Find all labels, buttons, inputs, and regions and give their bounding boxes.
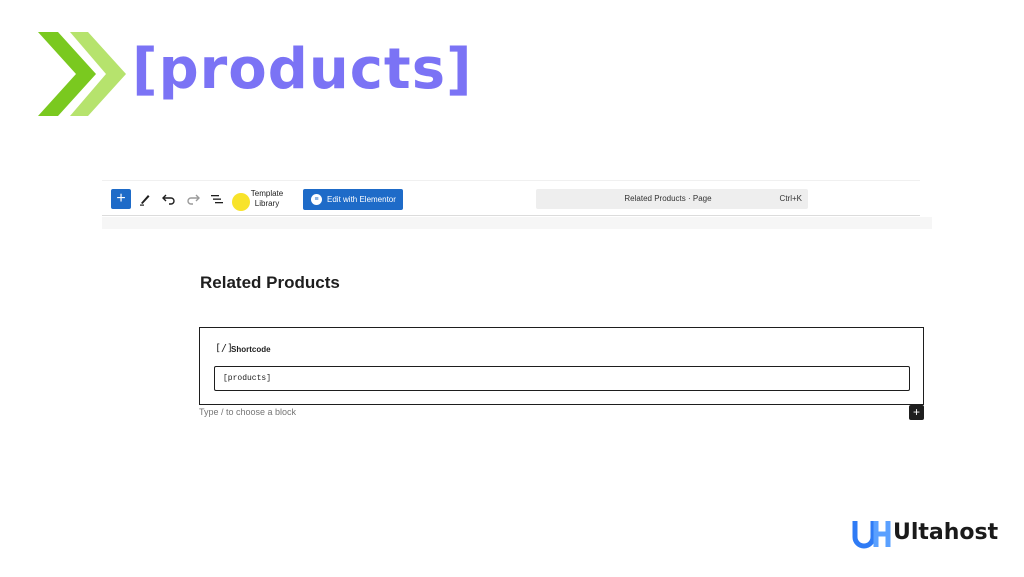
inline-add-block-button[interactable]: + xyxy=(909,405,924,420)
banner-title: [products] xyxy=(132,37,473,102)
editor-toolbar: + Template Library ≡ Edit with Elementor… xyxy=(102,180,920,216)
edit-with-elementor-button[interactable]: ≡ Edit with Elementor xyxy=(303,189,403,210)
page-title[interactable]: Related Products xyxy=(200,273,340,293)
add-block-button[interactable]: + xyxy=(111,189,131,209)
shortcode-input[interactable]: [products] xyxy=(214,366,910,391)
list-view-icon[interactable] xyxy=(208,190,226,208)
command-palette-button[interactable]: Related Products · Page Ctrl+K xyxy=(536,189,808,209)
template-library-line2: Library xyxy=(254,199,280,208)
brand-name: Ultahost xyxy=(893,520,999,545)
shortcode-block[interactable]: [/] Shortcode [products] xyxy=(199,327,924,405)
chevrons-right-icon xyxy=(36,30,126,118)
template-library-line1: Template xyxy=(250,189,284,198)
block-editor: + Template Library ≡ Edit with Elementor… xyxy=(102,180,932,430)
redo-icon[interactable] xyxy=(184,190,202,208)
ultahost-brand: Ultahost xyxy=(852,517,998,551)
undo-icon[interactable] xyxy=(160,190,178,208)
block-hint[interactable]: Type / to choose a block xyxy=(199,407,296,417)
elementor-button-label: Edit with Elementor xyxy=(327,195,396,204)
template-library-button[interactable]: Template Library xyxy=(246,189,288,209)
elementor-icon: ≡ xyxy=(311,194,322,205)
pencil-icon[interactable] xyxy=(136,190,154,208)
toolbar-divider xyxy=(102,217,932,229)
command-shortcut: Ctrl+K xyxy=(779,194,802,203)
document-title: Related Products · Page xyxy=(624,194,712,203)
uh-logo-icon xyxy=(852,521,891,549)
shortcode-label: Shortcode xyxy=(231,345,271,354)
